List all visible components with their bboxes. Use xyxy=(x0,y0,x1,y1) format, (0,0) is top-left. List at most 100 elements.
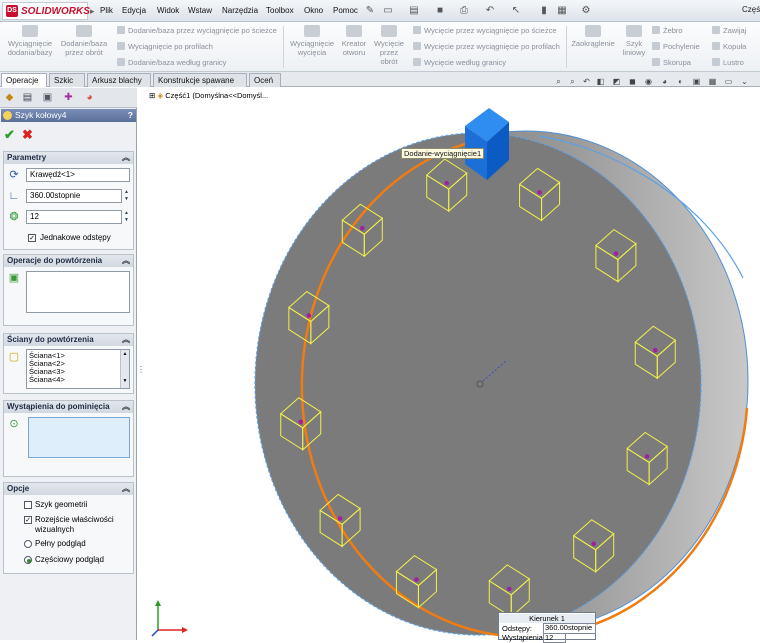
previous-view-icon[interactable]: ↶ xyxy=(581,76,592,87)
angle-spinner[interactable]: ▲ ▼ xyxy=(123,189,130,203)
rib-button[interactable]: Żebro xyxy=(652,26,683,36)
equal-spacing-checkbox[interactable]: ✓ xyxy=(28,234,36,242)
tab-evaluate[interactable]: Oceń xyxy=(249,73,281,87)
list-scrollbar[interactable]: ▲ ▼ xyxy=(120,350,129,388)
menu-expand-icon[interactable]: ▸ xyxy=(90,0,96,22)
pattern-axis-field[interactable]: Krawędź<1> xyxy=(26,168,130,182)
print-icon[interactable]: ⎙ xyxy=(458,5,470,17)
callout-title: Kierunek 1 xyxy=(499,614,595,623)
cancel-icon[interactable]: ✖ xyxy=(22,128,33,142)
scene-icon[interactable]: ◐ xyxy=(675,76,686,87)
sweep-cut-button[interactable]: Wycięcie przez wyciągnięcie po ścieżce xyxy=(413,26,556,36)
menu-file[interactable]: Plik xyxy=(100,4,113,18)
disc-front-face[interactable] xyxy=(254,132,702,636)
collapse-icon[interactable]: ︽ xyxy=(122,401,130,413)
fillet-button[interactable]: Zaokrąglenie xyxy=(568,25,618,48)
property-manager-tab-icon[interactable]: ▤ xyxy=(20,91,35,105)
boundary-cut-button[interactable]: Wycięcie według granicy xyxy=(413,58,506,68)
parameters-group-header[interactable]: Parametry ︽ xyxy=(4,152,133,164)
extrude-cut-icon xyxy=(304,25,320,37)
callout-instances-input[interactable]: 12 xyxy=(543,633,566,643)
menu-edit[interactable]: Edycja xyxy=(122,4,146,18)
geometry-pattern-checkbox[interactable] xyxy=(24,501,32,509)
expand-icon[interactable]: ⊞ xyxy=(149,91,155,100)
display-style-icon[interactable]: ◼ xyxy=(627,76,638,87)
features-to-pattern-list[interactable] xyxy=(26,271,130,313)
collapse-icon[interactable]: ︽ xyxy=(122,255,130,267)
collapse-icon[interactable]: ︽ xyxy=(122,483,130,495)
instances-spinner[interactable]: ▲ ▼ xyxy=(123,210,130,224)
propagate-visual-checkbox[interactable]: ✓ xyxy=(24,516,32,524)
loft-boss-button[interactable]: Wyciągnięcie po profilach xyxy=(117,42,213,52)
menu-toolbox[interactable]: Toolbox xyxy=(266,4,294,18)
list-item[interactable]: Ściana<4> xyxy=(29,376,65,384)
hole-wizard-button[interactable]: Kreator otworu xyxy=(338,25,370,57)
feature-manager-tab-icon[interactable]: ◆ xyxy=(2,91,17,105)
more-icon[interactable]: ⌄ xyxy=(739,76,750,87)
screen-icon[interactable]: ▭ xyxy=(723,76,734,87)
reference-triad-icon xyxy=(151,600,188,637)
options-group: Opcje ︽ Szyk geometrii ✓ Rozejście właśc… xyxy=(3,482,134,574)
mirror-button[interactable]: Lustro xyxy=(712,58,744,68)
pin-icon[interactable]: ✎ xyxy=(364,5,376,17)
linear-pattern-button[interactable]: Szyk liniowy xyxy=(620,25,648,57)
tab-sketch[interactable]: Szkic xyxy=(49,73,85,87)
sweep-boss-button[interactable]: Dodanie/baza przez wyciągnięcie po ścież… xyxy=(117,26,277,36)
boundary-boss-button[interactable]: Dodanie/baza według granicy xyxy=(117,58,226,68)
menu-view[interactable]: Widok xyxy=(157,4,179,18)
options-group-header[interactable]: Opcje ︽ xyxy=(4,483,133,495)
menu-window[interactable]: Okno xyxy=(304,4,323,18)
dome-button[interactable]: Kopuła xyxy=(712,42,746,52)
zoom-to-fit-icon[interactable]: ⌕ xyxy=(553,76,564,87)
save-icon[interactable]: ■ xyxy=(434,5,446,17)
checkmark-icon[interactable]: ✔ xyxy=(4,128,15,142)
configuration-manager-tab-icon[interactable]: ▣ xyxy=(40,91,55,105)
revolve-cut-button[interactable]: Wycięcie przez obrót xyxy=(372,25,406,66)
faces-to-pattern-header[interactable]: Ściany do powtórzenia ︽ xyxy=(4,334,133,346)
wrap-button[interactable]: Zawijaj xyxy=(712,26,746,36)
full-preview-radio[interactable] xyxy=(24,540,32,548)
shell-button[interactable]: Skorupa xyxy=(652,58,691,68)
zoom-area-icon[interactable]: ⌕ xyxy=(567,76,578,87)
graphics-area[interactable] xyxy=(143,88,760,640)
new-document-icon[interactable]: ▭ xyxy=(382,5,394,17)
section-view-icon[interactable]: ◧ xyxy=(595,76,606,87)
collapse-icon[interactable]: ︽ xyxy=(122,334,130,346)
loft-cut-button[interactable]: Wycięcie przez wyciągnięcie po profilach xyxy=(413,42,560,52)
tab-sheet-metal[interactable]: Arkusz blachy xyxy=(87,73,151,87)
settings-icon[interactable]: ⚙ xyxy=(580,5,592,17)
solidworks-logo[interactable]: DS SOLIDWORKS xyxy=(2,2,90,20)
instances-to-skip-header[interactable]: Wystąpienia do pominięcia ︽ xyxy=(4,401,133,413)
extrude-cut-button[interactable]: Wyciągnięcie wycięcia xyxy=(286,25,338,57)
menu-help[interactable]: Pomoc xyxy=(333,4,358,18)
collapse-icon[interactable]: ︽ xyxy=(122,152,130,164)
rebuild-icon[interactable]: ▮ xyxy=(538,5,550,17)
edit-appearance-icon[interactable]: ◕ xyxy=(659,76,670,87)
view-settings-icon[interactable]: ▣ xyxy=(691,76,702,87)
extrude-boss-button[interactable]: Wyciągnięcie dodania/bazy xyxy=(4,25,56,57)
tab-weldments[interactable]: Konstrukcje spawane xyxy=(153,73,247,87)
select-icon[interactable]: ↖ xyxy=(510,5,522,17)
options-icon[interactable]: ▦ xyxy=(556,5,568,17)
menu-tools[interactable]: Narzędzia xyxy=(222,4,258,18)
tab-features[interactable]: Operacje xyxy=(1,73,47,87)
undo-icon[interactable]: ↶ xyxy=(484,5,496,17)
display-manager-tab-icon[interactable]: ◕ xyxy=(82,91,97,105)
display-options-icon[interactable]: ▦ xyxy=(707,76,718,87)
partial-preview-radio[interactable] xyxy=(24,556,32,564)
revolve-boss-button[interactable]: Dodanie/baza przez obrót xyxy=(58,25,110,57)
hide-show-icon[interactable]: ◉ xyxy=(643,76,654,87)
model-view[interactable] xyxy=(143,88,760,640)
features-to-pattern-header[interactable]: Operacje do powtórzenia ︽ xyxy=(4,255,133,267)
dimxpert-tab-icon[interactable]: ✚ xyxy=(61,91,76,105)
faces-to-pattern-list[interactable]: Ściana<1> Ściana<2> Ściana<3> Ściana<4> … xyxy=(26,349,130,389)
instances-input[interactable]: 12 xyxy=(26,210,122,224)
menu-insert[interactable]: Wstaw xyxy=(188,4,212,18)
view-orientation-icon[interactable]: ◩ xyxy=(611,76,622,87)
instances-to-skip-list[interactable] xyxy=(28,417,130,458)
angle-input[interactable]: 360.00stopnie xyxy=(26,189,122,203)
feature-tree-flyout[interactable]: ⊞ ◈ Część1 (Domyślna<<Domyśl... xyxy=(149,91,268,101)
open-folder-icon[interactable]: ▤ xyxy=(408,5,420,17)
draft-button[interactable]: Pochylenie xyxy=(652,42,700,52)
help-icon[interactable]: ? xyxy=(128,109,133,122)
